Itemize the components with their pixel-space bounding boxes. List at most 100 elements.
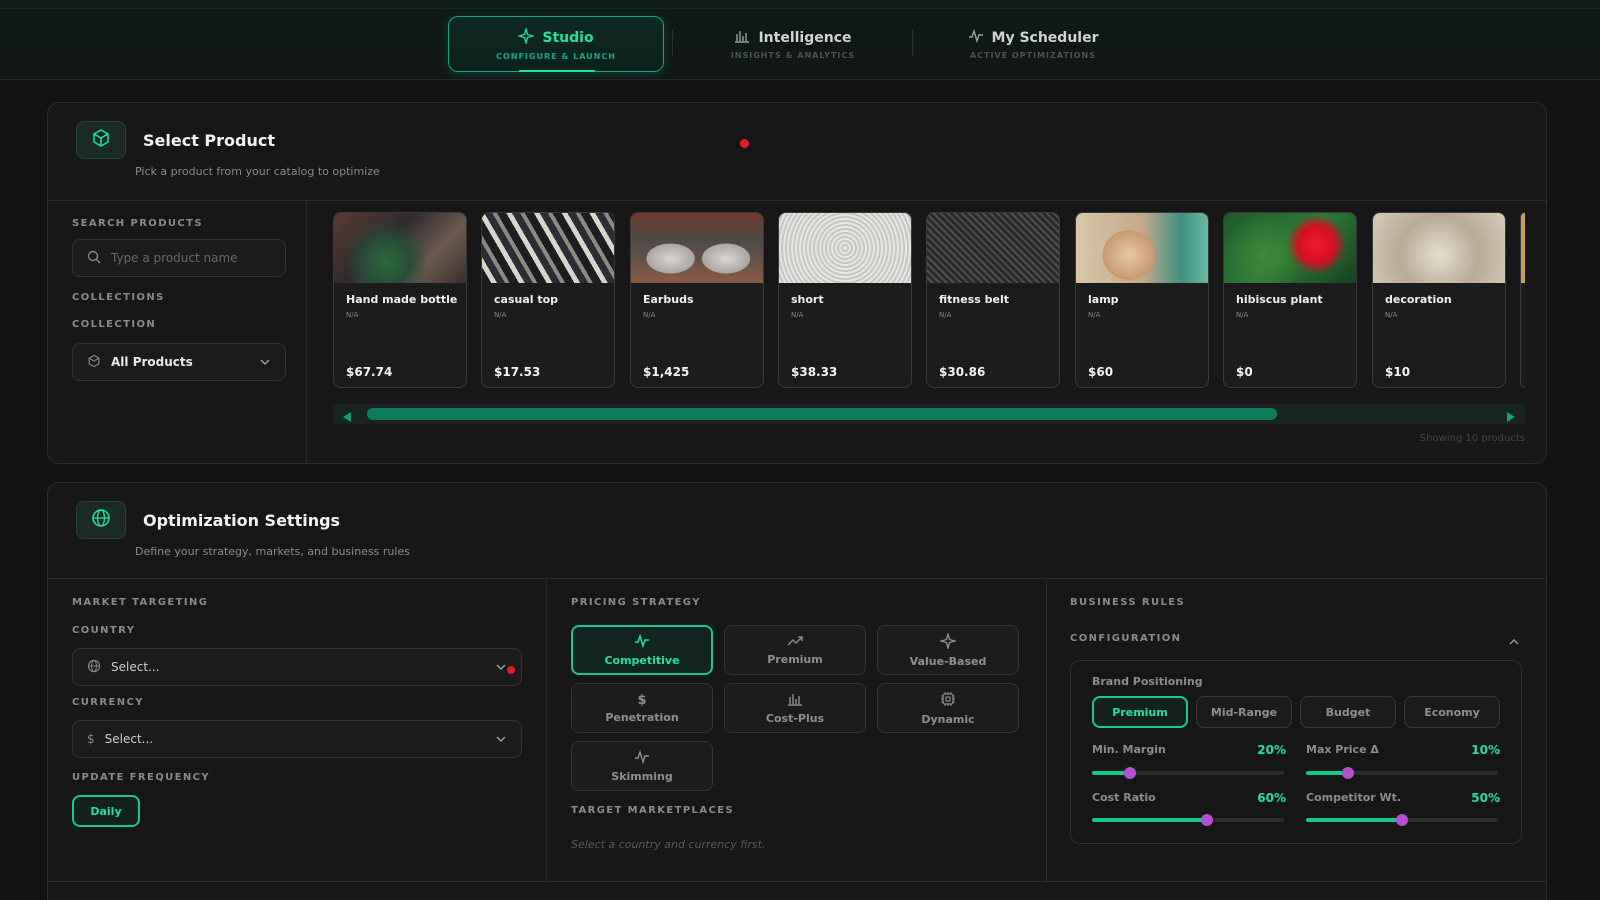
chip-icon <box>940 691 956 710</box>
tab-separator <box>672 30 673 56</box>
scroll-left-icon[interactable] <box>341 408 353 427</box>
scrollbar-thumb[interactable] <box>367 408 1277 420</box>
column-divider <box>1046 579 1047 883</box>
chevron-up-icon[interactable] <box>1508 633 1520 652</box>
strategy-label: Dynamic <box>921 712 975 726</box>
strategy-skimming-button[interactable]: Skimming <box>571 741 713 791</box>
product-image <box>1373 213 1505 283</box>
product-card[interactable]: casual top N/A $17.53 <box>481 212 615 388</box>
search-label: SEARCH PRODUCTS <box>72 218 203 229</box>
brand-economy-pill[interactable]: Economy <box>1404 696 1500 728</box>
product-meta: N/A <box>1088 311 1101 319</box>
cost-ratio-label: Cost Ratio <box>1092 791 1156 804</box>
strategy-value-based-button[interactable]: Value-Based <box>877 625 1019 675</box>
cost-ratio-slider[interactable] <box>1092 814 1284 826</box>
tab-intelligence[interactable]: Intelligence INSIGHTS & ANALYTICS <box>700 16 886 72</box>
chevron-down-icon <box>495 733 507 748</box>
brand-mid-range-pill[interactable]: Mid-Range <box>1196 696 1292 728</box>
chevron-down-icon <box>495 661 507 676</box>
country-label: COUNTRY <box>72 625 136 636</box>
strategy-label: Value-Based <box>909 654 987 668</box>
product-price: $17.53 <box>494 365 541 379</box>
strategy-competitive-button[interactable]: Competitive <box>571 625 713 675</box>
country-placeholder: Select... <box>111 660 160 674</box>
cube-icon <box>91 128 111 152</box>
pulse-icon <box>634 633 650 651</box>
scroll-right-icon[interactable] <box>1505 408 1517 427</box>
strategy-cost-plus-button[interactable]: Cost-Plus <box>724 683 866 733</box>
strategy-label: Cost-Plus <box>765 711 825 725</box>
product-name: short <box>791 293 824 306</box>
min-margin-value: 20% <box>1257 743 1286 757</box>
card-header: Select Product Pick a product from your … <box>48 103 1546 201</box>
strategy-penetration-button[interactable]: $ Penetration <box>571 683 713 733</box>
max-price-value: 10% <box>1471 743 1500 757</box>
product-image <box>1076 213 1208 283</box>
tab-separator <box>912 30 913 56</box>
product-image <box>334 213 466 283</box>
business-rules-label: BUSINESS RULES <box>1070 597 1186 608</box>
top-nav: Studio CONFIGURE & LAUNCH Intelligence I… <box>0 0 1600 80</box>
collection-select[interactable]: All Products <box>72 343 286 381</box>
page-title: Select Product <box>143 131 275 150</box>
tab-my-scheduler[interactable]: My Scheduler ACTIVE OPTIMIZATIONS <box>940 16 1126 72</box>
brand-positioning-label: Brand Positioning <box>1092 675 1203 688</box>
card-subtitle: Define your strategy, markets, and busin… <box>135 545 410 558</box>
max-price-slider[interactable] <box>1306 767 1498 779</box>
product-card[interactable]: fitness belt N/A $30.86 <box>926 212 1060 388</box>
product-card-partial[interactable] <box>1520 212 1525 388</box>
tab-label: My Scheduler <box>991 29 1099 46</box>
competitor-weight-slider[interactable] <box>1306 814 1498 826</box>
slider-fill <box>1092 818 1208 822</box>
horizontal-scrollbar[interactable] <box>333 404 1525 424</box>
competitor-weight-label: Competitor Wt. <box>1306 791 1402 804</box>
slider-fill <box>1306 818 1402 822</box>
product-card[interactable]: short N/A $38.33 <box>778 212 912 388</box>
product-meta: N/A <box>1385 311 1398 319</box>
strategy-dynamic-button[interactable]: Dynamic <box>877 683 1019 733</box>
country-select[interactable]: Select... <box>72 648 522 686</box>
strategy-label: Skimming <box>611 769 673 783</box>
slider-handle[interactable] <box>1396 814 1408 826</box>
product-image <box>631 213 763 283</box>
search-input[interactable]: Type a product name <box>72 239 286 277</box>
min-margin-label: Min. Margin <box>1092 743 1166 756</box>
required-dot <box>507 666 515 674</box>
strategy-label: Competitive <box>604 653 680 667</box>
frequency-daily-button[interactable]: Daily <box>72 795 140 827</box>
product-image <box>1224 213 1356 283</box>
product-card[interactable]: Earbuds N/A $1,425 <box>630 212 764 388</box>
strategy-premium-button[interactable]: Premium <box>724 625 866 675</box>
product-card[interactable]: lamp N/A $60 <box>1075 212 1209 388</box>
tab-sublabel: INSIGHTS & ANALYTICS <box>730 51 856 60</box>
max-price-label: Max Price Δ <box>1306 743 1379 756</box>
head-icon-box <box>76 501 126 539</box>
tab-sublabel: ACTIVE OPTIMIZATIONS <box>969 51 1097 60</box>
currency-label: CURRENCY <box>72 697 144 708</box>
bottom-divider <box>48 881 1546 882</box>
min-margin-slider[interactable] <box>1092 767 1284 779</box>
product-meta: N/A <box>494 311 507 319</box>
tab-label: Studio <box>542 29 594 46</box>
currency-select[interactable]: $ Select... <box>72 720 522 758</box>
product-card[interactable]: Hand made bottle N/A $67.74 <box>333 212 467 388</box>
pulse-icon <box>634 749 650 767</box>
section-title: Optimization Settings <box>143 511 341 530</box>
tab-label: Intelligence <box>758 29 852 46</box>
currency-placeholder: Select... <box>104 732 154 746</box>
tab-sublabel: CONFIGURE & LAUNCH <box>496 51 616 61</box>
product-card[interactable]: decoration N/A $10 <box>1372 212 1506 388</box>
product-card[interactable]: hibiscus plant N/A $0 <box>1223 212 1357 388</box>
column-divider <box>306 201 307 463</box>
dollar-icon: $ <box>637 692 647 708</box>
product-price: $0 <box>1236 365 1253 379</box>
product-price: $38.33 <box>791 365 838 379</box>
cost-ratio-value: 60% <box>1257 791 1286 805</box>
brand-budget-pill[interactable]: Budget <box>1300 696 1396 728</box>
product-name: Earbuds <box>643 293 694 306</box>
card-subtitle: Pick a product from your catalog to opti… <box>135 165 380 178</box>
tab-studio[interactable]: Studio CONFIGURE & LAUNCH <box>448 16 664 72</box>
brand-premium-pill[interactable]: Premium <box>1092 696 1188 728</box>
globe-icon <box>91 508 111 532</box>
competitor-weight-value: 50% <box>1471 791 1500 805</box>
